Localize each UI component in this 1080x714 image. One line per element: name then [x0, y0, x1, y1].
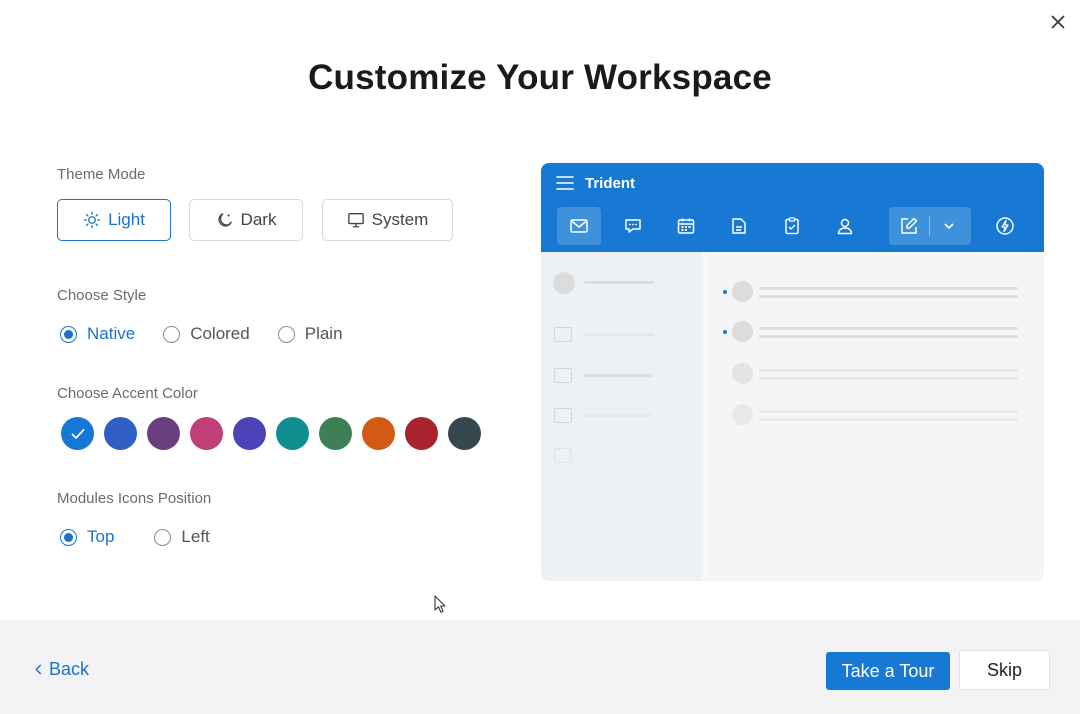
accent-swatch-6[interactable] — [319, 417, 352, 450]
accent-swatch-1[interactable] — [104, 417, 137, 450]
workspace-preview: Trident — [541, 163, 1044, 581]
document-icon — [732, 218, 746, 234]
style-plain-radio[interactable]: Plain — [277, 324, 343, 344]
chevron-down-icon — [944, 223, 954, 230]
take-a-tour-button[interactable]: Take a Tour — [826, 652, 950, 690]
accent-color-swatches — [61, 417, 481, 450]
modules-top-radio[interactable]: Top — [60, 527, 114, 547]
choose-style-label: Choose Style — [57, 287, 147, 304]
preview-header: Trident — [541, 163, 1044, 252]
theme-dark-label: Dark — [240, 210, 277, 229]
monitor-icon — [347, 213, 364, 228]
preview-app-name: Trident — [585, 175, 636, 192]
preview-document-icon-button — [717, 207, 761, 245]
preview-mail-icon-button — [557, 207, 601, 245]
modules-position-label: Modules Icons Position — [57, 490, 212, 507]
accent-swatch-7[interactable] — [362, 417, 395, 450]
theme-system-button[interactable]: System — [322, 199, 453, 241]
compose-icon — [901, 217, 918, 234]
theme-mode-label: Theme Mode — [57, 166, 146, 183]
preview-chat-icon-button — [611, 207, 655, 245]
checkmark-icon — [71, 428, 84, 439]
modules-radio-group: Top Left — [60, 527, 238, 547]
style-native-radio[interactable]: Native — [60, 324, 135, 344]
style-colored-label: Colored — [190, 324, 250, 343]
chevron-left-icon — [35, 664, 42, 675]
close-icon — [1051, 15, 1065, 29]
skip-button[interactable]: Skip — [959, 650, 1050, 690]
back-label: Back — [49, 659, 90, 679]
lightning-icon — [996, 217, 1014, 235]
theme-dark-button[interactable]: Dark — [189, 199, 303, 241]
modules-top-label: Top — [87, 527, 115, 546]
style-native-label: Native — [87, 324, 136, 343]
mouse-cursor-icon — [434, 595, 446, 613]
chat-icon — [625, 219, 641, 233]
preview-sidebar — [541, 252, 702, 581]
preview-lightning-icon-button — [983, 207, 1027, 245]
modules-left-radio[interactable]: Left — [154, 527, 210, 547]
style-colored-radio[interactable]: Colored — [163, 324, 250, 344]
contacts-icon — [837, 218, 853, 235]
theme-system-label: System — [371, 210, 429, 229]
theme-light-label: Light — [108, 210, 145, 229]
preview-contacts-icon-button — [823, 207, 867, 245]
accent-swatch-2[interactable] — [147, 417, 180, 450]
modules-left-label: Left — [181, 527, 210, 546]
mail-icon — [570, 219, 588, 233]
preview-message-list — [707, 252, 1044, 581]
preview-calendar-icon-button — [664, 207, 708, 245]
accent-swatch-4[interactable] — [233, 417, 266, 450]
preview-tasks-icon-button — [770, 207, 814, 245]
calendar-icon — [677, 218, 695, 234]
accent-swatch-3[interactable] — [190, 417, 223, 450]
theme-light-button[interactable]: Light — [57, 199, 171, 241]
preview-compose-group — [889, 207, 971, 245]
accent-swatch-0[interactable] — [61, 417, 94, 450]
accent-swatch-9[interactable] — [448, 417, 481, 450]
tasks-icon — [785, 217, 799, 235]
accent-swatch-5[interactable] — [276, 417, 309, 450]
back-button[interactable]: Back — [34, 659, 89, 680]
menu-icon — [556, 176, 574, 190]
dialog-footer: Back Take a Tour Skip — [0, 620, 1080, 714]
accent-swatch-8[interactable] — [405, 417, 438, 450]
sun-icon — [83, 211, 101, 229]
style-radio-group: Native Colored Plain — [60, 324, 371, 344]
close-button[interactable] — [1046, 10, 1070, 34]
accent-color-label: Choose Accent Color — [57, 385, 198, 402]
style-plain-label: Plain — [304, 324, 343, 343]
moon-icon — [218, 213, 232, 227]
page-title: Customize Your Workspace — [308, 58, 772, 97]
